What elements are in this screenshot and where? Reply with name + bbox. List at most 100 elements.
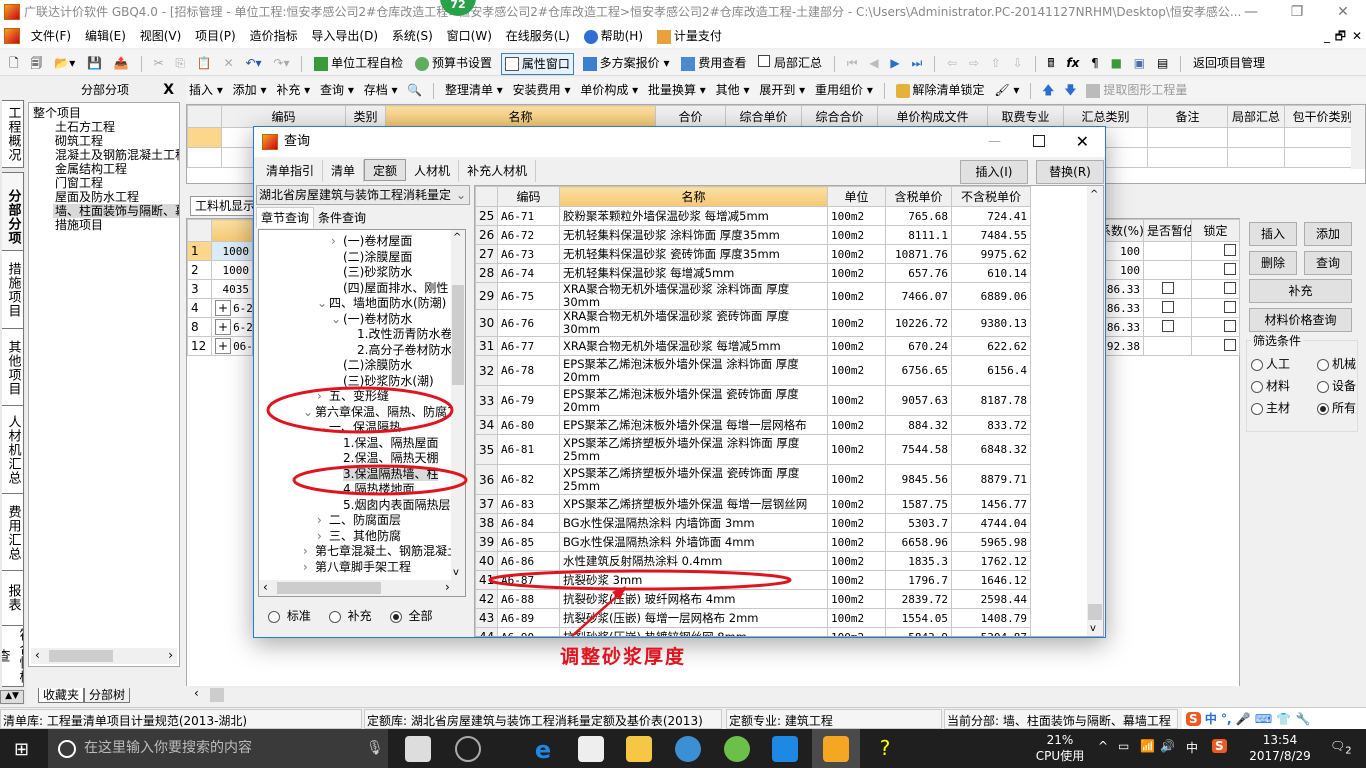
other-menu[interactable]: 其他 ▾ (713, 78, 753, 102)
col-header[interactable]: 是否暂估 (1143, 219, 1192, 242)
quota-tree-node[interactable]: 3.保温隔热墙、柱 (259, 466, 465, 483)
quota-row[interactable]: 28 A6-74 无机轻集料保温砂浆 每增减5mm 100m2 657.76 610.14 (475, 263, 1031, 283)
quota-tree-node[interactable]: 1.改性沥青防水卷 (259, 327, 465, 343)
col-header[interactable]: 综合单价 (725, 105, 802, 128)
menu-measure-pay[interactable]: 计量支付 (652, 24, 727, 48)
tree-hscrollbar[interactable]: ‹ › (31, 648, 177, 664)
quota-row[interactable]: 31 A6-77 XRA聚合物无机外墙保温砂浆 每增减5mm 100m2 670.24 6… (475, 336, 1031, 356)
lock-checkbox[interactable] (1224, 243, 1236, 256)
quota-tree-node[interactable]: › 第八章脚手架工程 (259, 560, 465, 576)
menu-view[interactable]: 视图(V) (135, 24, 187, 48)
tree-node[interactable]: 屋面及防水工程 (29, 190, 179, 204)
tree-vscrollbar[interactable]: ^ v (451, 230, 465, 580)
col-header[interactable]: 单价构成文件 (877, 105, 988, 128)
quota-row[interactable]: 34 A6-80 EPS聚苯乙烯泡沫板外墙外保温 每增一层网格布 100m2 884.3… (475, 415, 1031, 435)
windows-start-icon[interactable]: ⊞ (14, 739, 29, 760)
menu-import-export[interactable]: 导入导出(D) (306, 24, 383, 48)
scroll-left-icon[interactable]: ‹ (194, 686, 199, 700)
lock-checkbox[interactable] (1224, 281, 1236, 294)
volume-icon[interactable]: 🔊 (1160, 739, 1175, 753)
tree-node[interactable]: 金属结构工程 (29, 162, 179, 176)
undo-icon[interactable]: ↶▾ (243, 50, 265, 76)
display-dropdown[interactable]: 工料机显示 (190, 196, 260, 216)
battery-icon[interactable]: ▭ (1118, 739, 1129, 753)
mdi-close[interactable]: ✕ (1352, 24, 1362, 48)
price-query-button[interactable]: 材料价格查询 (1249, 308, 1352, 332)
scroll-right-icon[interactable]: › (445, 580, 450, 594)
query-menu[interactable]: 查询 ▾ (317, 78, 357, 102)
chevron-down-icon[interactable]: ⌄ (317, 296, 329, 312)
lock-checkbox[interactable] (1224, 262, 1236, 275)
col-header-code[interactable]: 编码 (497, 186, 560, 207)
taskbar-app-blue[interactable] (772, 736, 798, 762)
quota-tree-node[interactable]: ⌄ 四、墙地面防水(防潮) (259, 296, 465, 312)
col-header[interactable]: 类别 (345, 105, 386, 128)
quota-tree-node[interactable]: 1.保温、隔热屋面 (259, 436, 465, 452)
menu-file[interactable]: 文件(F) (26, 24, 76, 48)
quota-tree-node[interactable]: 2.高分子卷材防水 (259, 343, 465, 359)
scroll-thumb[interactable] (1088, 604, 1102, 620)
quota-tree-node[interactable]: › (一)卷材屋面 (259, 234, 465, 250)
col-header[interactable]: 取费专业 (987, 105, 1064, 128)
tree-node[interactable]: 混凝土及钢筋混凝土工程 (29, 148, 179, 162)
redo-icon[interactable]: ↷▾ (270, 50, 292, 76)
expand-button[interactable]: + (215, 338, 232, 354)
expand-button[interactable]: + (215, 300, 232, 316)
chevron-right-icon[interactable]: › (303, 544, 315, 560)
chevron-right-icon[interactable]: › (317, 513, 329, 529)
taskbar-app-fan[interactable] (405, 736, 431, 762)
microphone-icon[interactable]: 🎙 (366, 729, 384, 768)
self-check-button[interactable]: 单位工程自检 (311, 50, 406, 76)
arrow-down-icon[interactable]: 🡇 (1061, 78, 1079, 102)
col-header-tax-price[interactable]: 含税单价 (885, 186, 952, 207)
quota-tree-node[interactable]: (三)砂浆防水(潮) (259, 374, 465, 390)
menu-project[interactable]: 项目(P) (190, 24, 241, 48)
filter-radio-3[interactable]: 设备 (1317, 377, 1356, 394)
quota-tree-node[interactable]: › 二、防腐面层 (259, 513, 465, 529)
menu-online[interactable]: 在线服务(L) (501, 24, 575, 48)
chevron-down-icon[interactable]: ⌄ (303, 405, 315, 421)
quota-tree-node[interactable]: ⌄ 一、保温隔热 (259, 420, 465, 436)
taskbar-app-swirl[interactable] (455, 736, 481, 762)
copy-icon[interactable]: ⎘ (172, 50, 188, 76)
menu-system[interactable]: 系统(S) (387, 24, 438, 48)
library-dropdown[interactable]: 湖北省房屋建筑与装饰工程消耗量定 ⌄ (256, 185, 470, 205)
unlock-bill-button[interactable]: 解除清单锁定 (893, 78, 988, 102)
close-button[interactable]: ✕ (1320, 0, 1366, 24)
dialog-insert-button[interactable]: 插入(I) (960, 160, 1028, 184)
supplement-button[interactable]: 补充 (1249, 279, 1352, 303)
quota-row[interactable]: 36 A6-82 XPS聚苯乙烯挤塑板外墙外保温 瓷砖饰面 厚度25mm 100m2 9… (475, 464, 1031, 495)
tab-other-items[interactable]: 其他项目 (2, 328, 24, 408)
tab-sub-items[interactable]: 分部分项 (2, 172, 24, 262)
lower-grid-row[interactable]: 8+6-22 (187, 317, 253, 337)
report-icon[interactable]: ▤ (1154, 50, 1171, 76)
dialog-replace-button[interactable]: 替换(R) (1036, 160, 1104, 184)
paste-icon[interactable]: 📋 (194, 50, 215, 76)
col-header[interactable]: 名称 (385, 105, 656, 128)
scroll-up-icon[interactable]: ^ (453, 232, 461, 243)
scroll-thumb[interactable] (277, 582, 381, 594)
quota-tree-node[interactable]: (四)屋面排水、刚性 (259, 281, 465, 297)
insert-button[interactable]: 插入 (1249, 222, 1297, 246)
mdi-restore[interactable]: 🗗 (1335, 24, 1346, 48)
save-icon[interactable]: 💾 (84, 50, 105, 76)
reuse-price-menu[interactable]: 重用组价 ▾ (812, 78, 876, 102)
expand-button[interactable]: + (215, 319, 232, 335)
prev-icon[interactable]: ◀ (866, 50, 881, 76)
move-left-icon[interactable]: ⇦ (944, 50, 960, 76)
col-header[interactable]: 合价 (655, 105, 726, 128)
chevron-right-icon[interactable]: › (317, 529, 329, 545)
col-header[interactable]: 编码 (221, 105, 346, 128)
tab-scroll-arrows[interactable]: ▲▼ (0, 690, 24, 704)
first-icon[interactable]: ⏮ (844, 50, 861, 76)
tab-labor-material-summary[interactable]: 人材机汇总 (2, 405, 24, 495)
quota-row[interactable]: 38 A6-84 BG水性保温隔热涂料 内墙饰面 3mm 100m2 5303.7 474… (475, 513, 1031, 533)
filter-radio-4[interactable]: 主材 (1251, 399, 1290, 416)
quota-row[interactable]: 29 A6-75 XRA聚合物无机外墙保温砂浆 涂料饰面 厚度30mm 100m2 74… (475, 282, 1031, 310)
maximize-button[interactable]: ❐ (1274, 0, 1320, 24)
left-panel-close[interactable]: X (163, 78, 174, 102)
chevron-down-icon[interactable]: ⌄ (317, 420, 329, 436)
partial-summary-toggle[interactable]: 局部汇总 (755, 50, 825, 76)
tab-reports[interactable]: 报表 (2, 570, 24, 626)
quota-tree-node[interactable]: › 五、变形缝 (259, 389, 465, 405)
